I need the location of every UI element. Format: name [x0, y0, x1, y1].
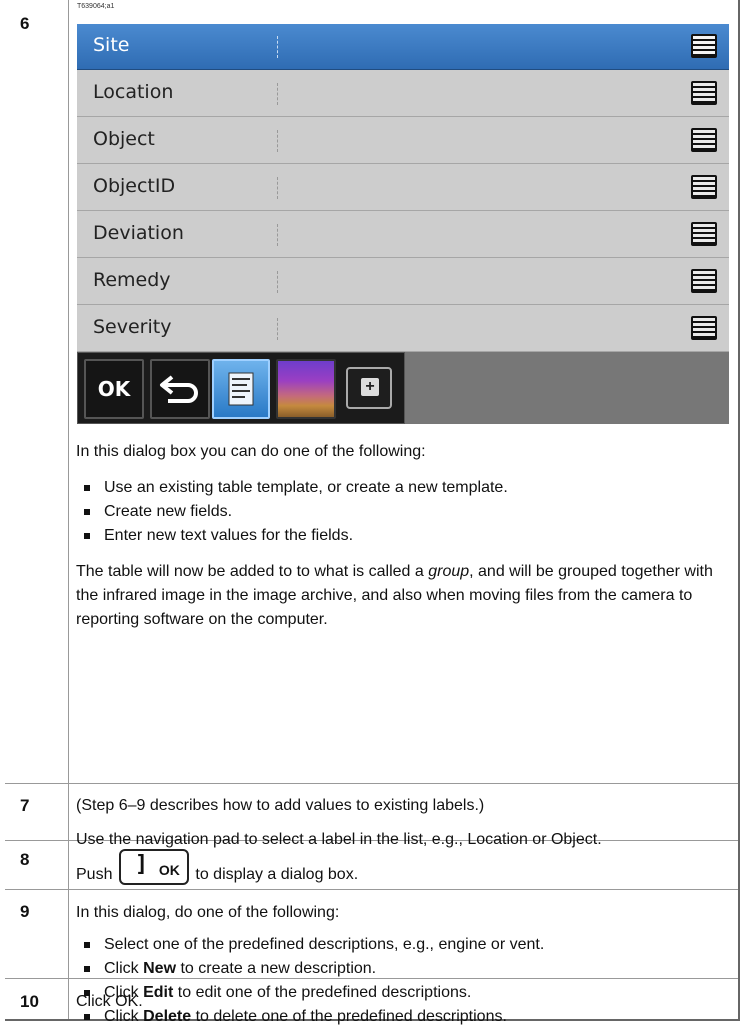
step10-text: Click OK. [76, 993, 143, 1010]
back-arrow-icon [160, 375, 198, 403]
image-button[interactable] [276, 359, 336, 419]
bold-term: New [143, 960, 177, 977]
ok-key: ] OK [118, 849, 189, 885]
step-number: 9 [20, 902, 30, 921]
column-separator [277, 83, 278, 105]
list-item: Select one of the predefined description… [76, 933, 726, 957]
column-separator [277, 318, 278, 340]
step10-content: Click OK. [76, 990, 726, 1014]
key-label: OK [158, 862, 180, 878]
menu-icon[interactable] [691, 34, 717, 58]
step-number: 10 [20, 992, 39, 1011]
ok-button[interactable]: OK [84, 359, 144, 419]
row-label: Site [93, 34, 130, 56]
row-label: Deviation [93, 222, 184, 244]
add-icon: + [361, 378, 379, 396]
list-item-deviation[interactable]: Deviation [77, 212, 729, 258]
camera-screen: Site Location Object ObjectID Deviation … [77, 24, 729, 424]
bracket-icon: ] [134, 852, 149, 877]
toolbar-panel: OK + [77, 352, 405, 424]
step-number: 6 [20, 14, 30, 33]
step9-bullets: Select one of the predefined description… [76, 933, 726, 1029]
text-span: to display a dialog box. [195, 866, 359, 883]
text-span: to create a new description. [176, 960, 377, 977]
figure-id: T639064;a1 [77, 3, 115, 10]
column-separator [277, 130, 278, 152]
list-item-site[interactable]: Site [77, 24, 729, 70]
step6-paragraph: The table will now be added to to what i… [76, 560, 726, 632]
list-icon [228, 372, 254, 406]
column-separator [277, 224, 278, 246]
list-item: Use an existing table template, or creat… [76, 476, 726, 500]
menu-icon[interactable] [691, 81, 717, 105]
list-item-objectid[interactable]: ObjectID [77, 165, 729, 211]
step7-content: (Step 6–9 describes how to add values to… [76, 794, 726, 852]
text-span: Click [104, 960, 144, 977]
row-divider [5, 889, 738, 890]
menu-icon[interactable] [691, 269, 717, 293]
list-item-object[interactable]: Object [77, 118, 729, 164]
menu-icon[interactable] [691, 222, 717, 246]
step7-line1: (Step 6–9 describes how to add values to… [76, 797, 485, 814]
row-label: Object [93, 128, 155, 150]
step6-content: In this dialog box you can do one of the… [76, 440, 726, 632]
add-button[interactable]: + [346, 367, 392, 409]
column-separator [277, 177, 278, 199]
step8-text: Push ] OK to display a dialog box. [76, 849, 726, 887]
back-button[interactable] [150, 359, 210, 419]
row-label: ObjectID [93, 175, 176, 197]
text-span: Push [76, 866, 113, 883]
list-item-severity[interactable]: Severity [77, 306, 729, 352]
menu-icon[interactable] [691, 316, 717, 340]
step-number: 8 [20, 850, 30, 869]
list-item-remedy[interactable]: Remedy [77, 259, 729, 305]
list-view-button[interactable] [212, 359, 270, 419]
menu-icon[interactable] [691, 128, 717, 152]
step6-bullets: Use an existing table template, or creat… [76, 476, 726, 548]
bottom-toolbar: OK + [77, 352, 729, 424]
step9-intro: In this dialog, do one of the following: [76, 904, 340, 921]
italic-term: group [428, 563, 470, 580]
row-divider [5, 783, 738, 784]
column-separator [277, 271, 278, 293]
step-number: 7 [20, 796, 30, 815]
step6-intro: In this dialog box you can do one of the… [76, 443, 426, 460]
menu-icon[interactable] [691, 175, 717, 199]
list-item: Enter new text values for the fields. [76, 524, 726, 548]
list-item: Click New to create a new description. [76, 957, 726, 981]
text-span: The table will now be added to to what i… [76, 563, 429, 580]
row-label: Location [93, 81, 174, 103]
column-separator [277, 36, 278, 58]
list-item: Create new fields. [76, 500, 726, 524]
row-label: Remedy [93, 269, 171, 291]
column-divider [68, 0, 69, 1019]
list-item-location[interactable]: Location [77, 71, 729, 117]
step8-content: Push ] OK to display a dialog box. [76, 849, 726, 887]
row-label: Severity [93, 316, 172, 338]
